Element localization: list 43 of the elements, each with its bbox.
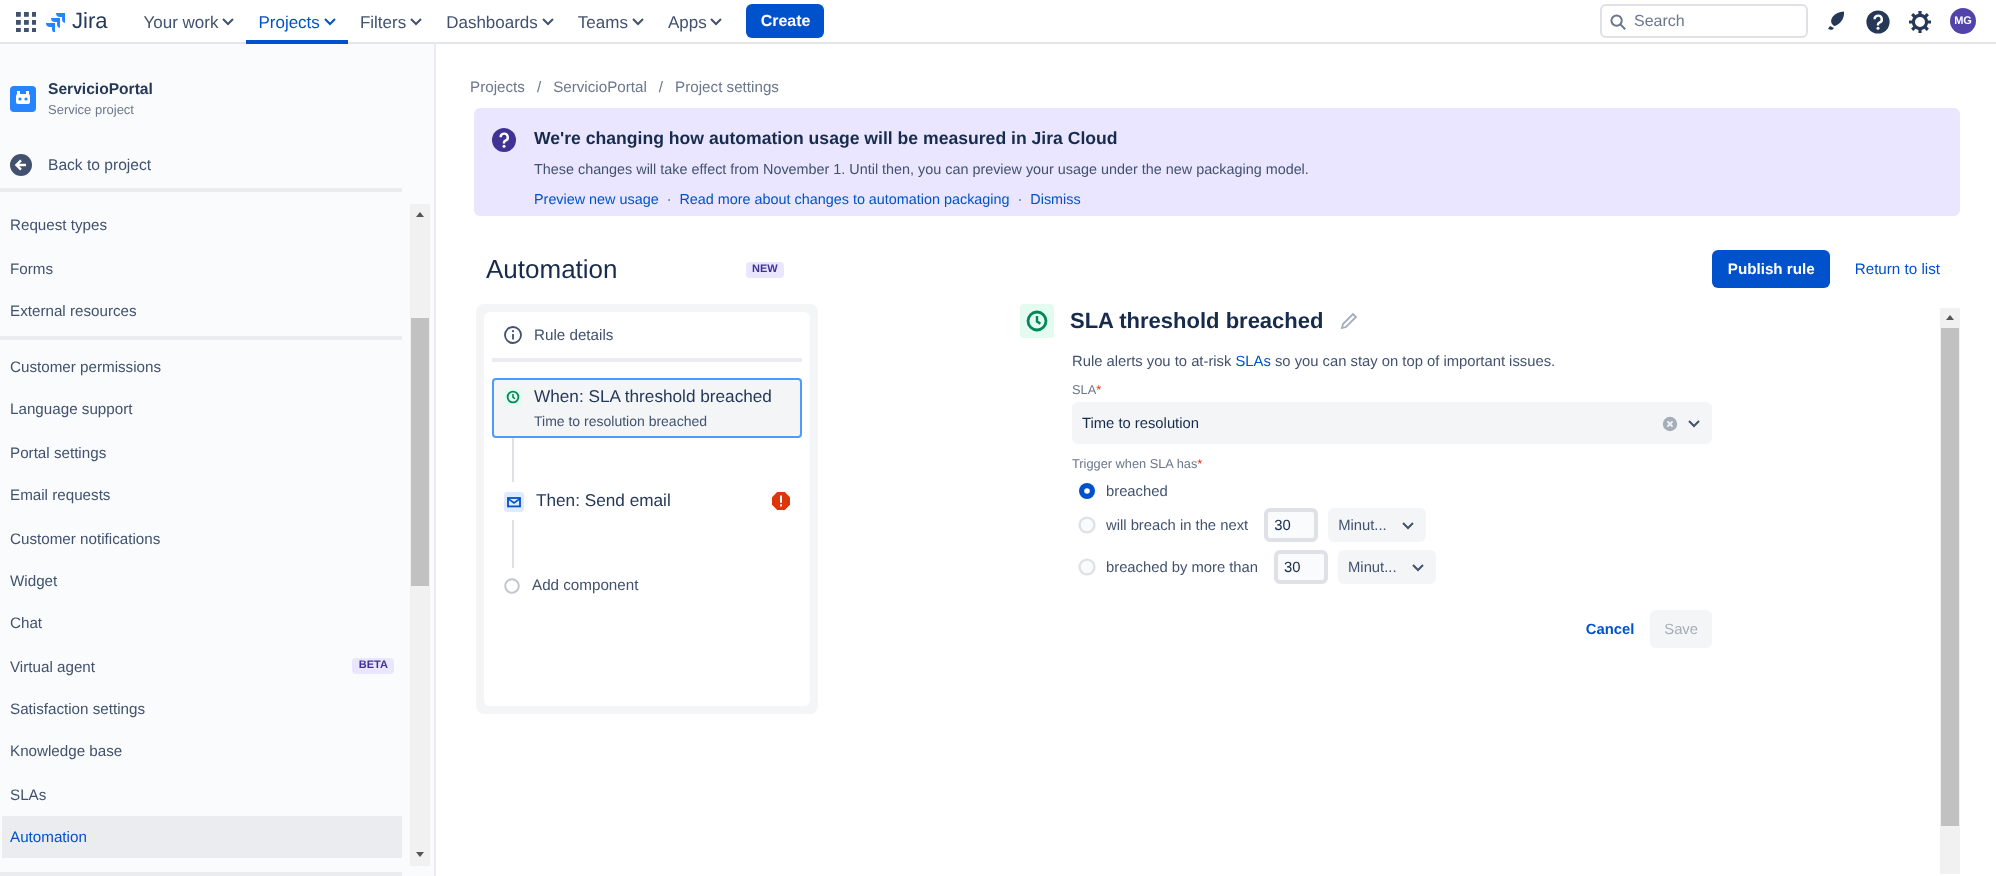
- help-icon: [492, 128, 516, 152]
- nav-menu[interactable]: Dashboards: [434, 0, 566, 43]
- info-icon: [504, 326, 522, 344]
- chevron-down-icon: [541, 17, 554, 25]
- clock-icon: [1020, 304, 1054, 338]
- nav-menu[interactable]: Teams: [565, 0, 656, 43]
- help-icon[interactable]: [1866, 9, 1890, 33]
- clock-icon: [504, 388, 522, 406]
- chevron-down-icon: [1412, 563, 1425, 571]
- app-switcher-icon[interactable]: [16, 11, 36, 31]
- back-arrow-icon: [10, 153, 32, 175]
- step-title: When: SLA threshold breached: [534, 386, 772, 406]
- config-title: SLA threshold breached: [1070, 309, 1324, 333]
- nav-menu[interactable]: Your work: [131, 0, 247, 43]
- radio-button[interactable]: [1078, 516, 1096, 534]
- chevron-down-icon: [410, 17, 423, 25]
- radio-button[interactable]: [1078, 482, 1096, 500]
- pencil-icon[interactable]: [1339, 312, 1358, 330]
- logo-icon[interactable]: [46, 11, 66, 31]
- page-title: Automation: [486, 254, 620, 284]
- nav-menu[interactable]: Filters: [347, 0, 435, 43]
- search-icon: [1610, 13, 1626, 29]
- chevron-down-icon: [1402, 521, 1415, 529]
- search-field[interactable]: Search: [1600, 4, 1808, 38]
- step-title: Then: Send email: [536, 490, 671, 510]
- notification-icon[interactable]: [1826, 10, 1848, 32]
- create-button[interactable]: Create: [746, 4, 825, 38]
- settings-icon[interactable]: [1908, 9, 1932, 33]
- chevron-down-icon: [631, 17, 644, 25]
- radio-button[interactable]: [1078, 558, 1096, 576]
- email-icon: [504, 492, 524, 512]
- product-name[interactable]: Jira: [72, 9, 108, 33]
- chevron-down-icon: [222, 17, 235, 25]
- banner-title: We're changing how automation usage will be measured in Jira Cloud: [534, 128, 1120, 148]
- clear-icon[interactable]: [1662, 415, 1678, 431]
- chevron-down-icon: [710, 17, 723, 25]
- project-avatar-icon: [10, 86, 36, 112]
- chevron-down-icon: [1688, 419, 1700, 427]
- nav-menu[interactable]: Apps: [655, 0, 735, 43]
- empty-circle-icon: [504, 578, 520, 594]
- scrollbar[interactable]: [1940, 308, 1960, 874]
- scrollbar[interactable]: [410, 204, 430, 866]
- chevron-down-icon: [323, 17, 336, 25]
